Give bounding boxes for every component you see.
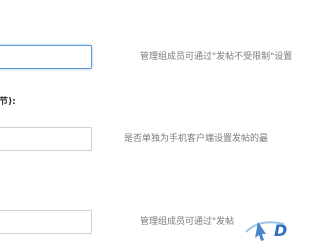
setting-input-3[interactable] xyxy=(0,210,92,234)
setting-hint-3: 管理组成员可通过"发帖 xyxy=(140,217,235,227)
watermark-text: D xyxy=(274,221,287,240)
setting-hint-1: 管理组成员可通过"发帖不受限制"设置 xyxy=(140,52,293,62)
watermark-logo: D xyxy=(240,212,300,246)
setting-input-2[interactable] xyxy=(0,127,92,151)
setting-label-2: 节): xyxy=(0,97,16,107)
watermark-graphic: D xyxy=(245,221,287,241)
setting-hint-2: 是否单独为手机客户端设置发帖的最 xyxy=(124,134,269,144)
setting-input-1[interactable] xyxy=(0,45,92,69)
